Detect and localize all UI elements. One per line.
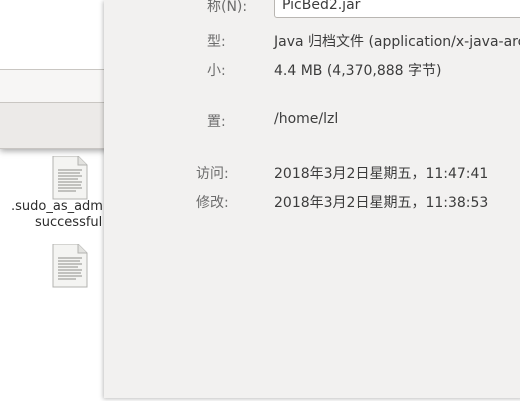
modified-value: 2018年3月2日星期五，11:38:53 bbox=[274, 195, 489, 211]
location-label: 置: bbox=[207, 114, 226, 130]
name-label: 称(N): bbox=[207, 0, 248, 15]
text-file-icon[interactable] bbox=[52, 243, 88, 288]
size-value: 4.4 MB (4,370,888 字节) bbox=[274, 63, 442, 79]
file-properties-dialog: 称(N): PicBed2.jar 型: Java 归档文件 (applicat… bbox=[104, 0, 520, 398]
text-file-icon[interactable] bbox=[52, 155, 88, 200]
type-value: Java 归档文件 (application/x-java-archive) bbox=[274, 34, 520, 50]
accessed-label: 访问: bbox=[196, 166, 229, 182]
type-label: 型: bbox=[207, 34, 226, 50]
name-field[interactable]: PicBed2.jar bbox=[274, 0, 520, 18]
accessed-value: 2018年3月2日星期五，11:47:41 bbox=[274, 166, 489, 182]
modified-label: 修改: bbox=[196, 195, 229, 211]
location-value[interactable]: /home/lzl bbox=[274, 111, 338, 127]
file-caption-line1[interactable]: .sudo_as_adm bbox=[11, 199, 103, 214]
screen: .sudo_as_adm successful 称(N): PicBed2.ja… bbox=[0, 0, 520, 401]
file-caption-line2[interactable]: successful bbox=[35, 215, 102, 230]
size-label: 小: bbox=[207, 63, 226, 79]
